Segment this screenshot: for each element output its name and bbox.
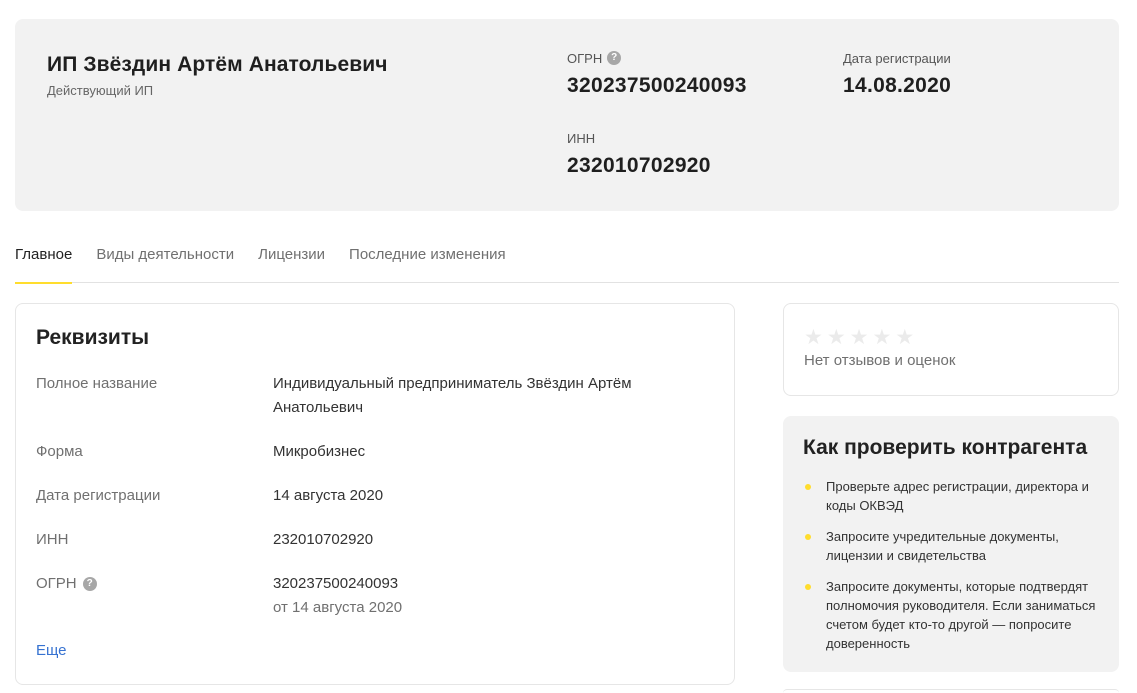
header-inn-label: ИНН	[567, 130, 596, 146]
bullet-dot-icon	[805, 484, 811, 490]
requisites-label: Полное название	[36, 375, 158, 392]
star-icon[interactable]: ★	[804, 326, 823, 350]
requisites-value: Микробизнес	[273, 443, 366, 460]
check-item: Проверьте адрес регистрации, директора и…	[803, 477, 1103, 515]
help-icon[interactable]: ?	[607, 51, 622, 65]
bullet-dot-icon	[805, 584, 811, 590]
tab-bar: Главное Виды деятельности Лицензии После…	[15, 230, 1119, 284]
check-list: Проверьте адрес регистрации, директора и…	[803, 477, 1103, 665]
requisites-row-full-name: Полное название Индивидуальный предприни…	[36, 372, 716, 420]
header-ogrn-label-row: ОГРН ?	[567, 50, 747, 66]
header-reg-date-label: Дата регистрации	[843, 50, 951, 66]
next-card-edge	[783, 689, 1119, 693]
check-counterparty-card: Как проверить контрагента Проверьте адре…	[783, 416, 1119, 672]
bullet-dot-icon	[805, 534, 811, 540]
star-icon[interactable]: ★	[850, 326, 869, 350]
header-ogrn: ОГРН ? 320237500240093	[567, 50, 747, 98]
requisites-value-sub: от 14 августа 2020	[273, 599, 403, 616]
company-name: ИП Звёздин Артём Анатольевич	[47, 53, 388, 76]
check-item-text: Запросите документы, которые подтвердят …	[826, 579, 1096, 651]
check-title: Как проверить контрагента	[803, 436, 1088, 459]
no-reviews-text: Нет отзывов и оценок	[804, 352, 956, 369]
check-item-text: Проверьте адрес регистрации, директора и…	[826, 479, 1089, 513]
requisites-value: Индивидуальный предприниматель Звёздин А…	[273, 375, 632, 416]
requisites-row-inn: ИНН 232010702920	[36, 528, 716, 552]
rating-stars[interactable]: ★ ★ ★ ★ ★	[804, 326, 914, 350]
star-icon[interactable]: ★	[872, 326, 891, 350]
header-ogrn-label: ОГРН	[567, 50, 603, 66]
check-item: Запросите документы, которые подтвердят …	[803, 577, 1103, 653]
requisites-label: Форма	[36, 443, 83, 460]
header-reg-date: Дата регистрации 14.08.2020	[843, 50, 951, 98]
rating-card: ★ ★ ★ ★ ★ Нет отзывов и оценок	[783, 303, 1119, 396]
requisites-value-block: 320237500240093 от 14 августа 2020	[273, 572, 713, 620]
requisites-card: Реквизиты Полное название Индивидуальный…	[15, 303, 735, 685]
company-header-card: ИП Звёздин Артём Анатольевич Действующий…	[15, 19, 1119, 211]
requisites-row-reg-date: Дата регистрации 14 августа 2020	[36, 484, 716, 508]
requisites-value: 232010702920	[273, 531, 374, 548]
tab-main[interactable]: Главное	[15, 230, 73, 284]
tab-recent-changes[interactable]: Последние изменения	[349, 230, 506, 283]
requisites-title: Реквизиты	[36, 326, 150, 349]
check-item-text: Запросите учредительные документы, лицен…	[826, 529, 1059, 563]
requisites-label: ИНН	[36, 531, 69, 548]
tab-licenses[interactable]: Лицензии	[258, 230, 325, 283]
header-inn: ИНН 232010702920	[567, 130, 711, 178]
requisites-label: ОГРН	[36, 575, 77, 592]
requisites-value: 14 августа 2020	[273, 487, 384, 504]
header-ogrn-value: 320237500240093	[567, 74, 747, 97]
check-item: Запросите учредительные документы, лицен…	[803, 527, 1103, 565]
more-link[interactable]: Еще	[36, 642, 67, 659]
requisites-value: 320237500240093	[273, 575, 399, 592]
star-icon[interactable]: ★	[895, 326, 914, 350]
requisites-row-form: Форма Микробизнес	[36, 440, 716, 464]
star-icon[interactable]: ★	[827, 326, 846, 350]
requisites-label: Дата регистрации	[36, 487, 161, 504]
header-inn-value: 232010702920	[567, 154, 711, 177]
company-status: Действующий ИП	[47, 83, 154, 98]
tab-activities[interactable]: Виды деятельности	[96, 230, 234, 283]
header-reg-date-value: 14.08.2020	[843, 74, 952, 97]
requisites-label-row: ОГРН ?	[36, 572, 273, 620]
requisites-row-ogrn: ОГРН ? 320237500240093 от 14 августа 202…	[36, 572, 716, 620]
help-icon[interactable]: ?	[82, 577, 97, 591]
